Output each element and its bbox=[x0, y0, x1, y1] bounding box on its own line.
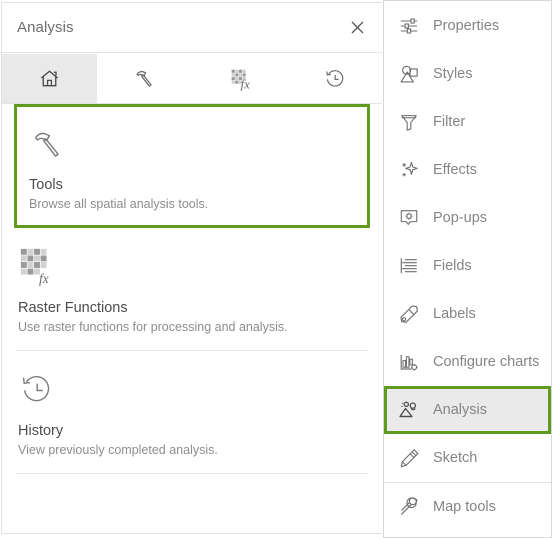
svg-text:fx: fx bbox=[39, 271, 49, 286]
wrench-icon bbox=[396, 494, 422, 520]
hammer-icon bbox=[132, 66, 157, 91]
analysis-panel-screen: Analysis fx Tools Browse all spatial ana… bbox=[0, 0, 552, 538]
card-icon-raster-functions: fx bbox=[18, 246, 366, 292]
analysis-panel-body: Analysis fx Tools Browse all spatial ana… bbox=[1, 2, 382, 534]
sidebar-item-sketch[interactable]: Sketch bbox=[384, 434, 551, 482]
sidebar-item-label: Filter bbox=[433, 114, 466, 130]
card-icon-history bbox=[18, 369, 366, 415]
card-title: History bbox=[18, 423, 64, 439]
sidebar-item-label: Sketch bbox=[433, 450, 478, 466]
sidebar-item-pop-ups[interactable]: Pop-ups bbox=[384, 194, 551, 242]
sidebar-item-styles[interactable]: Styles bbox=[384, 50, 551, 98]
fields-list-icon bbox=[396, 253, 422, 279]
sidebar-item-label: Effects bbox=[433, 162, 478, 178]
card-title: Raster Functions bbox=[18, 300, 128, 316]
card-tools[interactable]: Tools Browse all spatial analysis tools. bbox=[14, 104, 370, 228]
close-button[interactable] bbox=[344, 15, 370, 41]
sidebar-item-fields[interactable]: Fields bbox=[384, 242, 551, 290]
card-icon-tools bbox=[29, 123, 367, 169]
sidebar-item-effects[interactable]: Effects bbox=[384, 146, 551, 194]
page-title: Analysis bbox=[17, 19, 74, 36]
sparkle-icon bbox=[396, 157, 422, 183]
raster-function-icon: fx bbox=[18, 246, 60, 293]
svg-text:fx: fx bbox=[240, 76, 250, 91]
sidebar-item-filter[interactable]: Filter bbox=[384, 98, 551, 146]
card-title: Tools bbox=[29, 177, 63, 193]
raster-function-icon: fx bbox=[227, 66, 253, 92]
analysis-icon bbox=[396, 397, 422, 423]
tab-tools[interactable] bbox=[97, 54, 192, 103]
sidebar-item-map-tools[interactable]: Map tools bbox=[384, 482, 551, 530]
sidebar-item-label: Properties bbox=[433, 18, 500, 34]
chart-gear-icon bbox=[396, 349, 422, 375]
card-description: View previously completed analysis. bbox=[18, 443, 218, 457]
sidebar-item-properties[interactable]: Properties bbox=[384, 2, 551, 50]
history-icon bbox=[323, 67, 347, 91]
card-raster-functions[interactable]: fx Raster Functions Use raster functions… bbox=[16, 228, 368, 351]
tab-home[interactable] bbox=[2, 54, 97, 103]
popup-gear-icon bbox=[396, 205, 422, 231]
panel-header: Analysis bbox=[2, 3, 382, 53]
sidebar-item-label: Styles bbox=[433, 66, 473, 82]
sliders-icon bbox=[396, 13, 422, 39]
close-icon bbox=[351, 21, 364, 34]
shapes-icon bbox=[396, 61, 422, 87]
funnel-icon bbox=[396, 109, 422, 135]
tab-raster-functions[interactable]: fx bbox=[192, 54, 287, 103]
pencil-icon bbox=[396, 445, 422, 471]
sidebar-item-label: Configure charts bbox=[433, 354, 540, 370]
sidebar-item-label: Map tools bbox=[433, 498, 496, 515]
panel-tabs: fx bbox=[2, 54, 382, 104]
history-icon bbox=[18, 371, 56, 414]
sidebar-item-label: Labels bbox=[433, 306, 476, 322]
sidebar-item-configure-charts[interactable]: Configure charts bbox=[384, 338, 551, 386]
tag-icon bbox=[396, 301, 422, 327]
card-history[interactable]: History View previously completed analys… bbox=[16, 351, 368, 474]
home-icon bbox=[37, 66, 62, 91]
sidebar-item-labels[interactable]: Labels bbox=[384, 290, 551, 338]
right-sidebar: Properties Styles Filter Effects Pop-ups… bbox=[384, 0, 552, 538]
sidebar-item-label: Pop-ups bbox=[433, 210, 488, 226]
sidebar-item-analysis[interactable]: Analysis bbox=[384, 386, 551, 434]
card-description: Browse all spatial analysis tools. bbox=[29, 197, 209, 211]
tab-history[interactable] bbox=[287, 54, 382, 103]
card-description: Use raster functions for processing and … bbox=[18, 320, 288, 334]
hammer-icon bbox=[29, 125, 67, 168]
sidebar-item-label: Fields bbox=[433, 258, 472, 274]
sidebar-item-label: Analysis bbox=[433, 402, 487, 418]
analysis-card-list: Tools Browse all spatial analysis tools. bbox=[2, 104, 382, 533]
analysis-panel: Analysis fx Tools Browse all spatial ana… bbox=[0, 0, 384, 538]
